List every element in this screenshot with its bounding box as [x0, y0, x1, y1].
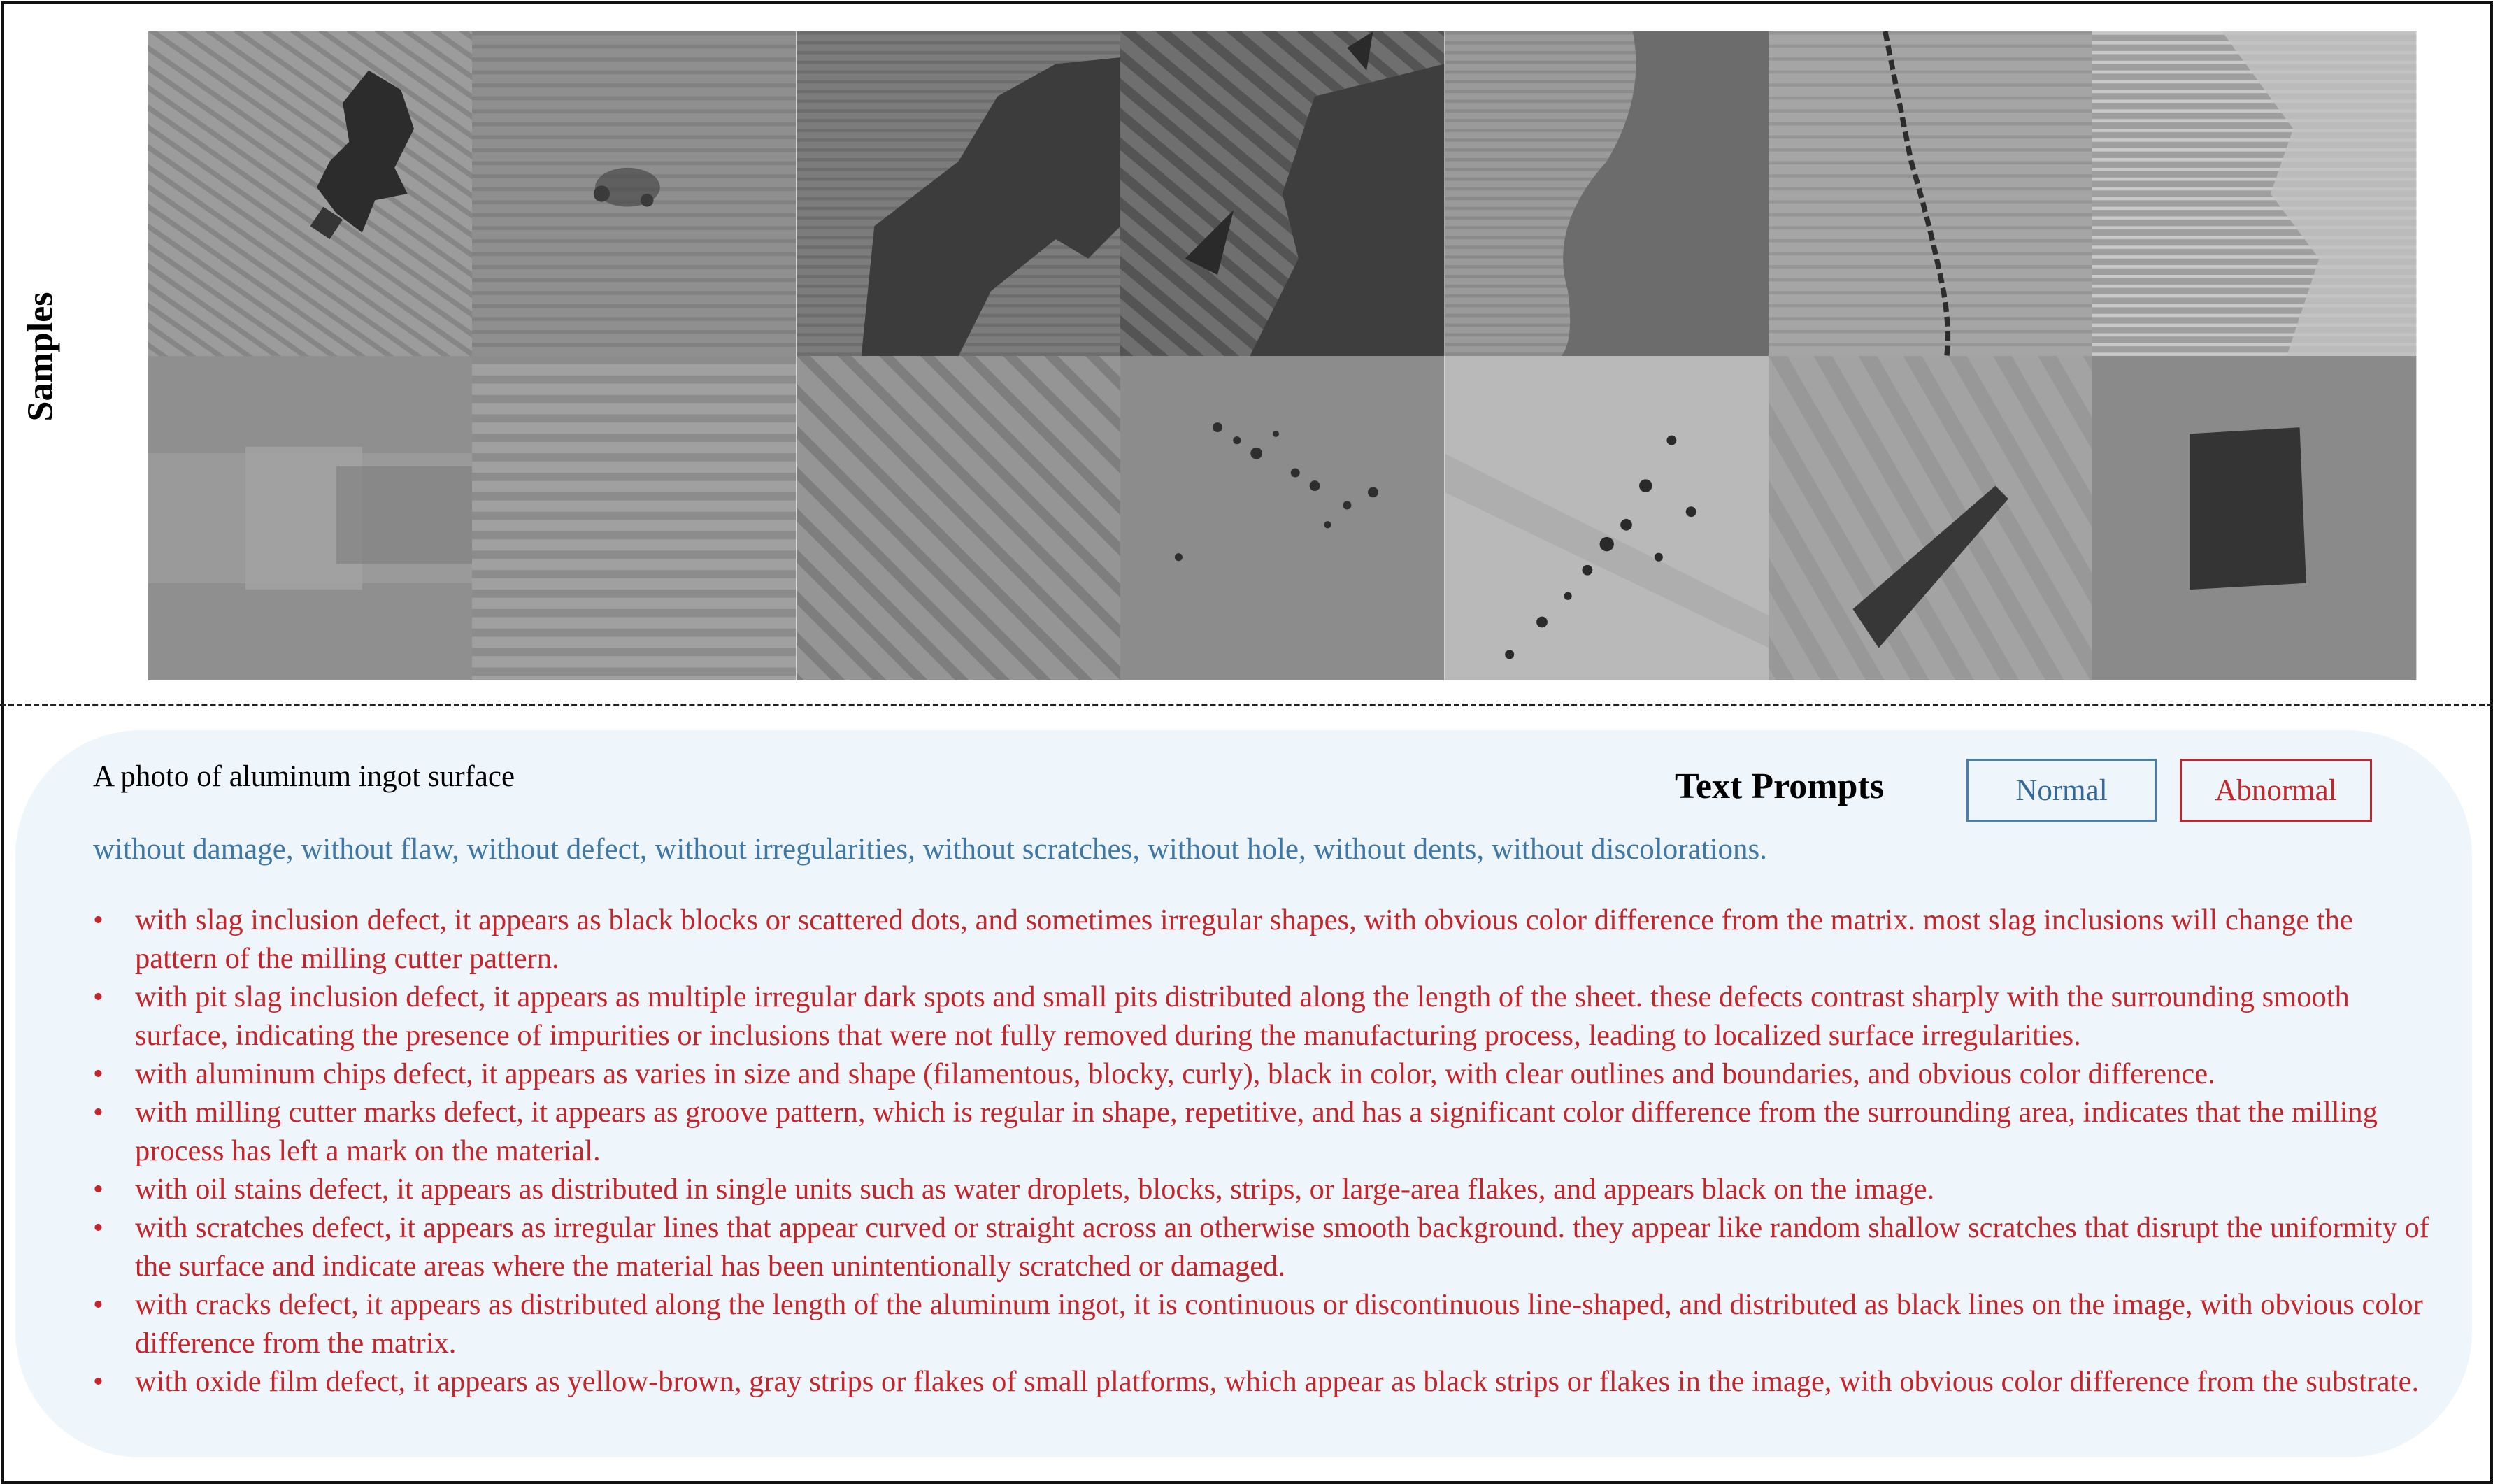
sample-image	[1120, 31, 1445, 356]
sample-image	[148, 31, 473, 356]
prompt-prefix: A photo of aluminum ingot surface	[93, 760, 515, 793]
bullet-icon: •	[93, 1057, 103, 1090]
abnormal-prompt-item: • with pit slag inclusion defect, it appe…	[93, 978, 2436, 1055]
sample-image	[1444, 31, 1769, 356]
sample-image	[796, 31, 1121, 356]
abnormal-prompt-item: • with slag inclusion defect, it appears …	[93, 901, 2436, 978]
normal-prompt-text: without damage, without flaw, without de…	[93, 833, 1768, 866]
abnormal-prompts-list: • with slag inclusion defect, it appears …	[93, 901, 2436, 1401]
bullet-icon: •	[93, 1288, 103, 1321]
legend-abnormal: Abnormal	[2180, 759, 2372, 822]
bullet-icon: •	[93, 1365, 103, 1398]
sample-image	[1769, 356, 2093, 680]
abnormal-prompt-item: • with aluminum chips defect, it appears …	[93, 1055, 2436, 1093]
abnormal-prompt-item: • with oxide film defect, it appears as y…	[93, 1362, 2436, 1401]
sample-image-grid	[148, 31, 2417, 680]
sample-image	[148, 356, 473, 680]
sample-image	[796, 356, 1121, 680]
bullet-icon: •	[93, 904, 103, 936]
sample-image	[472, 356, 797, 680]
legend-normal: Normal	[1966, 759, 2157, 822]
abnormal-prompt-item: • with milling cutter marks defect, it ap…	[93, 1093, 2436, 1170]
sample-image	[2092, 356, 2417, 680]
bullet-icon: •	[93, 980, 103, 1013]
sample-image	[472, 31, 797, 356]
abnormal-prompt-item: • with scratches defect, it appears as ir…	[93, 1208, 2436, 1285]
sample-image	[1120, 356, 1445, 680]
section-divider	[0, 704, 2493, 706]
abnormal-prompt-item: • with oil stains defect, it appears as d…	[93, 1170, 2436, 1208]
text-prompts-title: Text Prompts	[1675, 766, 1884, 806]
sample-image	[1769, 31, 2093, 356]
sample-image	[1444, 356, 1769, 680]
bullet-icon: •	[93, 1211, 103, 1244]
bullet-icon: •	[93, 1173, 103, 1206]
abnormal-prompt-item: • with cracks defect, it appears as distr…	[93, 1285, 2436, 1362]
bullet-icon: •	[93, 1096, 103, 1129]
sample-image	[2092, 31, 2417, 356]
